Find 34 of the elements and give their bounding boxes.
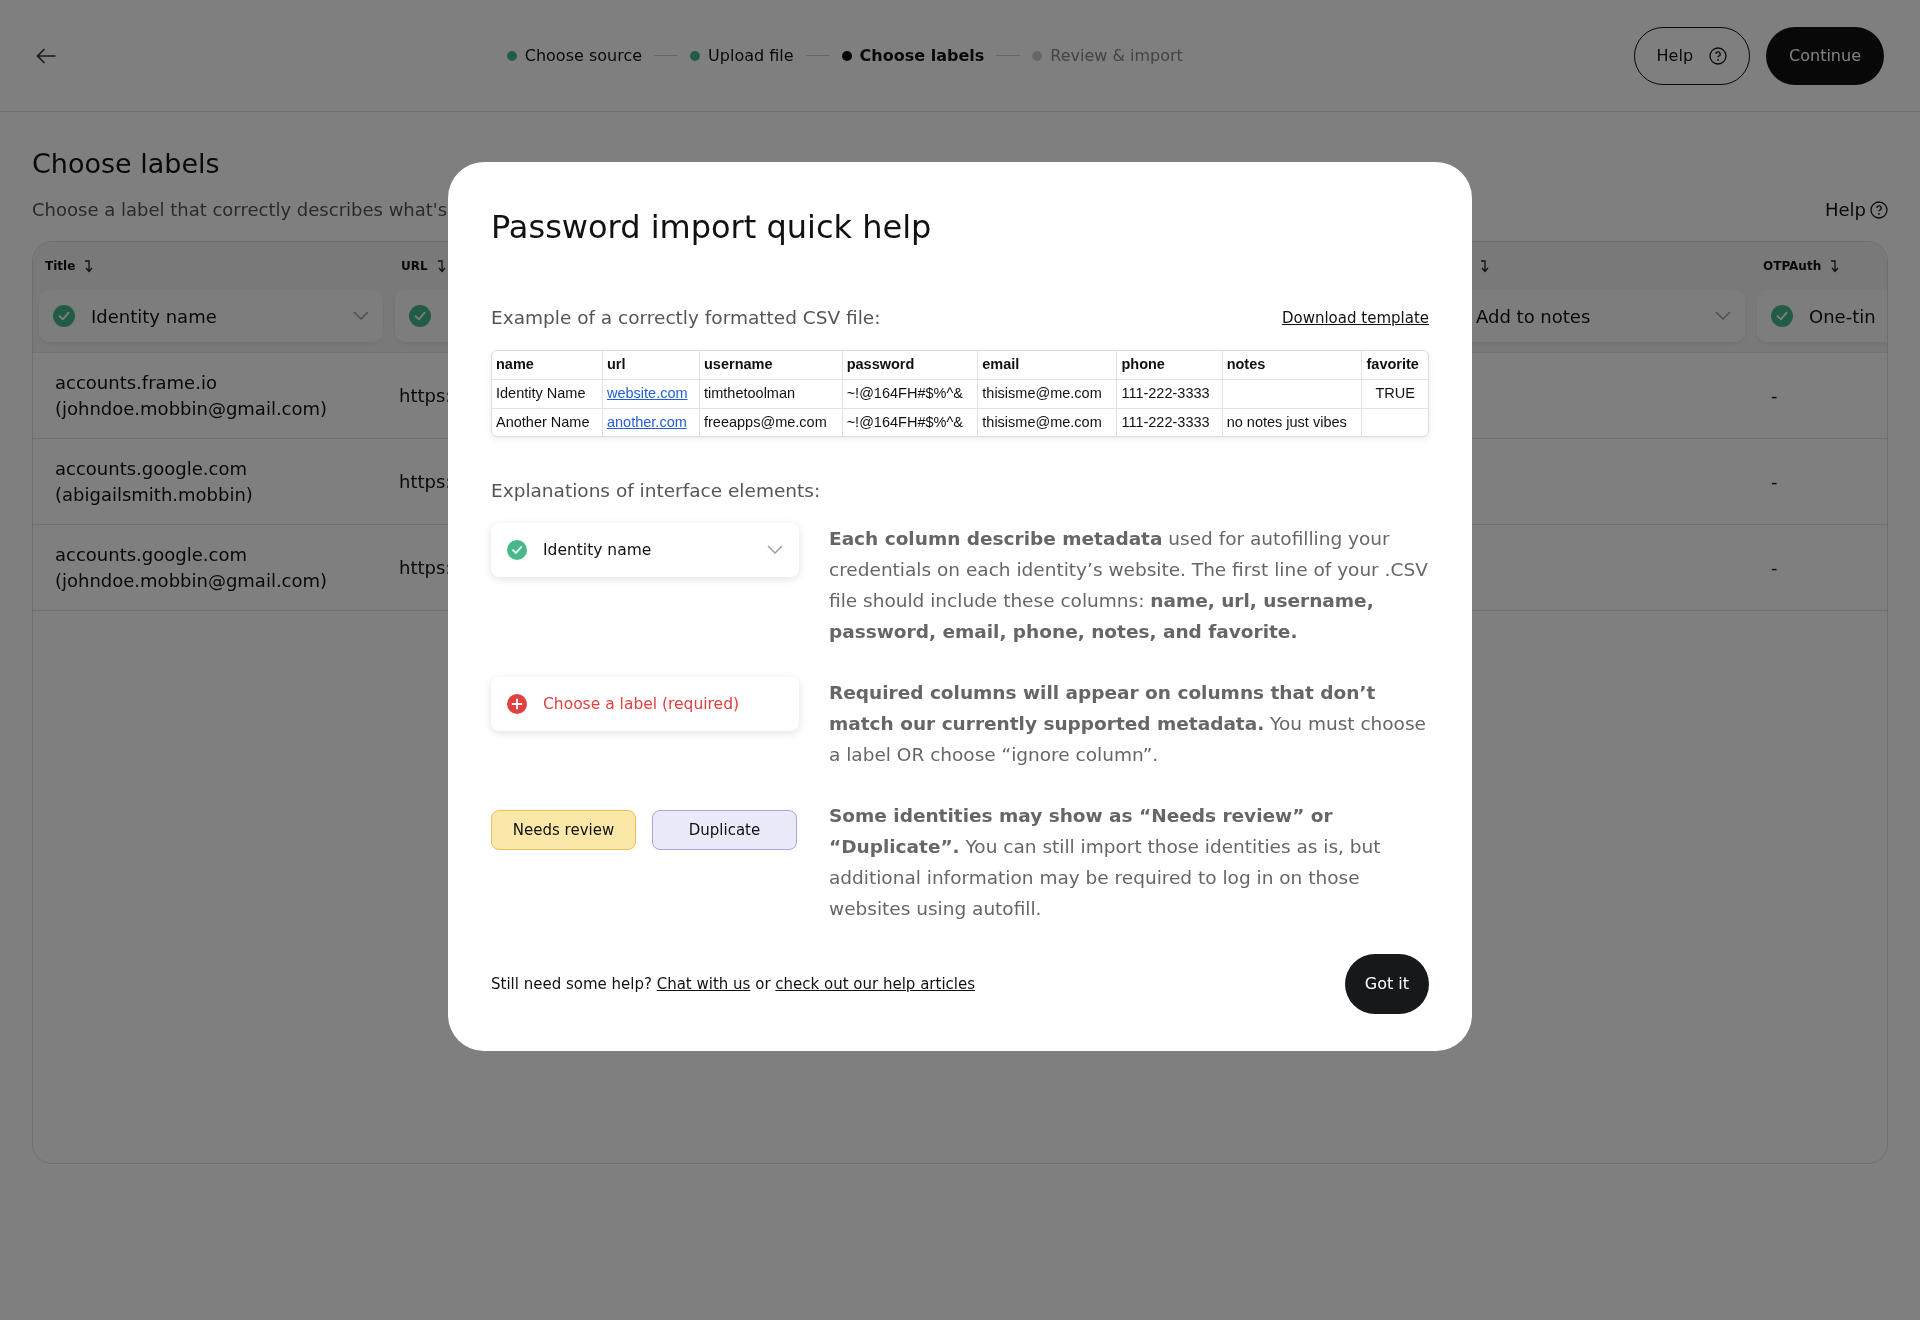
url-cell-text: https: — [399, 469, 452, 494]
csv-header-cell: username — [699, 351, 843, 380]
title-cell-text: accounts.google.com (johndoe.mobbin@gmail.com) — [55, 542, 328, 593]
page-title: Choose labels — [32, 148, 221, 181]
csv-header-cell: favorite — [1362, 351, 1428, 380]
csv-cell: Another Name — [492, 408, 603, 437]
title-cell-text: accounts.frame.io (johndoe.mobbin@gmail.com) — [55, 370, 328, 421]
csv-cell: ~!@164FH#$%^& — [842, 379, 978, 409]
explanation-text: Some identities may show as “Needs review” or “Duplicate”. You can still import those identities as is, but additional information may be required to log in on those websites using autofill. — [829, 804, 1382, 922]
csv-header-cell: url — [602, 351, 700, 380]
otpauth-cell-text: - — [1771, 469, 1778, 494]
url-cell-text: https: — [399, 383, 452, 408]
section-label: Example of a correctly formatted CSV file: — [491, 306, 881, 331]
help-sentence: Still need some help? Chat with us or check out our help articles — [491, 973, 976, 995]
status-badge: Needs review — [491, 810, 636, 851]
csv-cell: 111-222-3333 — [1116, 379, 1223, 409]
explanation-text: Each column describe metadata used for autofilling your credentials on each identity’s website. The first line of your .CSV file should include these columns: name, url, username, password, email, phone, notes, and favorite. — [829, 527, 1429, 645]
csv-cell: thisisme@me.com — [977, 379, 1117, 409]
explanation-text: Required columns will appear on columns that don’t match our currently supported metadata. You must choose a label OR choose “ignore column”. — [829, 681, 1427, 768]
section-label: Explanations of interface elements: — [491, 479, 822, 504]
title-cell-text: accounts.google.com (abigailsmith.mobbin) — [55, 456, 253, 507]
page-subtitle: Choose a label that correctly describes what's — [32, 198, 448, 223]
dialog-title: Password import quick help — [491, 208, 933, 247]
csv-header-cell: password — [842, 351, 978, 380]
csv-cell: Identity Name — [492, 379, 603, 409]
csv-header-cell: email — [977, 351, 1117, 380]
csv-header-cell: name — [492, 351, 603, 380]
url-cell-text: https: — [399, 555, 452, 580]
csv-cell: timthetoolman — [699, 379, 843, 409]
otpauth-cell-text: - — [1771, 555, 1778, 580]
otpauth-cell-text: - — [1771, 383, 1778, 408]
status-badge: Duplicate — [652, 810, 797, 851]
csv-header-cell: notes — [1222, 351, 1362, 380]
csv-header-cell: phone — [1116, 351, 1223, 380]
